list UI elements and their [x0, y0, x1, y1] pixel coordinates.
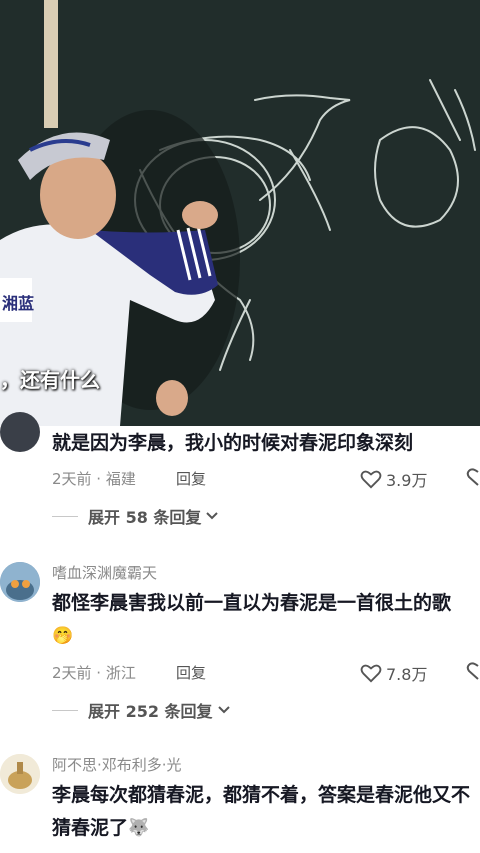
- cover-mouth-emoji: 🤭: [52, 626, 74, 646]
- dislike-icon[interactable]: [466, 467, 480, 491]
- avatar[interactable]: [0, 412, 40, 452]
- comment-text: 就是因为李晨，我小的时候对春泥印象深刻: [52, 432, 414, 454]
- husky-emoji: 🐺: [128, 818, 150, 838]
- expand-replies-button[interactable]: 展开 58 条回复: [52, 504, 219, 528]
- comment-username[interactable]: 嗜血深渊魔霸天: [52, 562, 157, 583]
- like-count: 7.8万: [386, 665, 428, 684]
- comment-meta: 2天前 · 浙江: [52, 664, 136, 682]
- chevron-down-icon: [206, 512, 219, 520]
- comment-text: 都怪李晨害我以前一直以为春泥是一首很土的歌 🤭: [52, 587, 472, 653]
- jersey-text: 湘蓝: [2, 294, 35, 313]
- reply-button[interactable]: 回复: [176, 662, 206, 683]
- divider-line: [52, 515, 78, 517]
- video-player[interactable]: 湘蓝 ，还有什么: [0, 0, 480, 426]
- comment-list: 就是因为李晨，我小的时候对春泥印象深刻 2天前 · 福建 回复 3.9万 展开 …: [0, 412, 480, 853]
- heart-icon: [360, 664, 382, 683]
- comment-meta: 2天前 · 福建: [52, 470, 136, 488]
- expand-replies-label: 展开 252 条回复: [88, 702, 213, 721]
- like-button[interactable]: 3.9万: [360, 467, 427, 491]
- heart-icon: [360, 470, 382, 489]
- chevron-down-icon: [217, 706, 230, 714]
- avatar[interactable]: [0, 562, 40, 602]
- expand-replies-label: 展开 58 条回复: [88, 508, 202, 527]
- expand-replies-button[interactable]: 展开 252 条回复: [52, 698, 231, 722]
- like-button[interactable]: 7.8万: [360, 661, 427, 685]
- avatar[interactable]: [0, 754, 40, 794]
- divider-line: [52, 709, 78, 711]
- dislike-icon[interactable]: [466, 661, 480, 685]
- comment-username[interactable]: 阿不思·邓布利多·光: [52, 754, 182, 775]
- comment-text-content: 都怪李晨害我以前一直以为春泥是一首很土的歌: [52, 592, 452, 614]
- video-frame-image: [0, 0, 480, 426]
- like-count: 3.9万: [386, 471, 428, 490]
- reply-button[interactable]: 回复: [176, 468, 206, 489]
- comment-text: 李晨每次都猜春泥，都猜不着，答案是春泥他又不猜春泥了🐺: [52, 779, 472, 845]
- video-subtitle: ，还有什么: [0, 368, 100, 392]
- comment-text-content: 李晨每次都猜春泥，都猜不着，答案是春泥他又不猜春泥了: [52, 784, 471, 839]
